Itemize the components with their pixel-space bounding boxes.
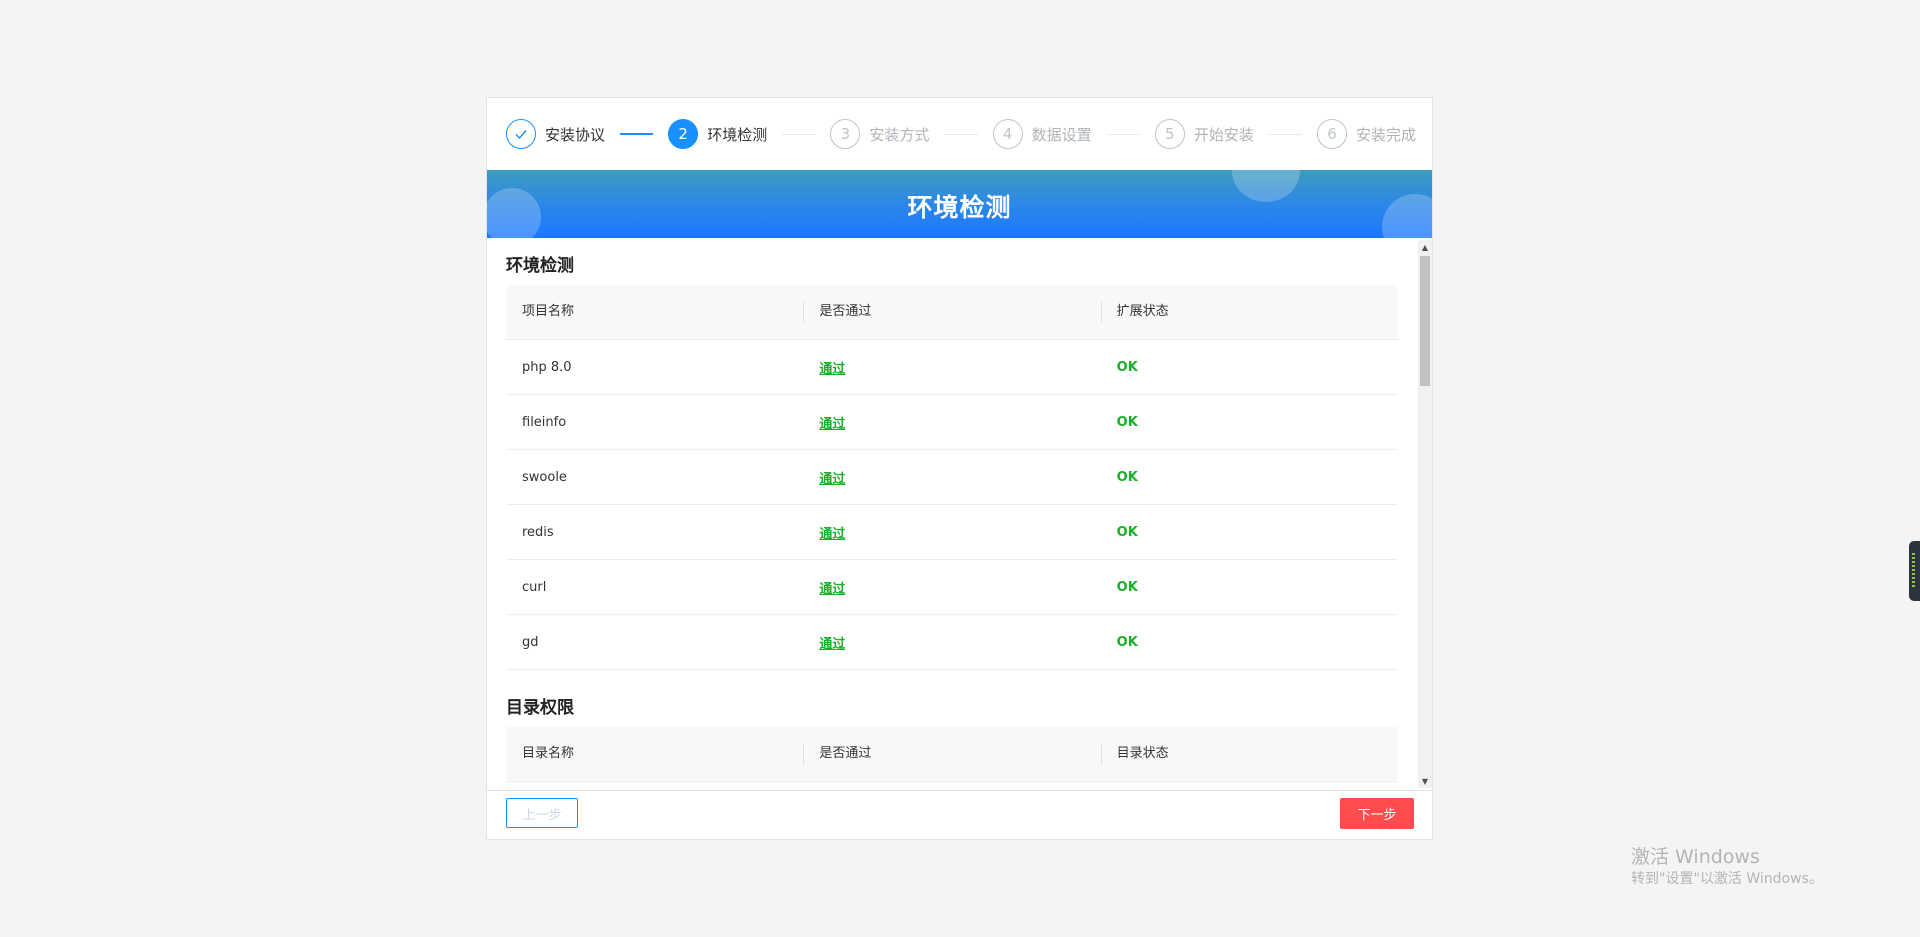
table-row: redis 通过 OK bbox=[506, 505, 1398, 560]
item-name: php 8.0 bbox=[522, 359, 572, 375]
footer-bar: 上一步 下一步 bbox=[487, 790, 1432, 840]
pass-link[interactable]: 通过 bbox=[819, 417, 845, 432]
step-label: 开始安装 bbox=[1193, 125, 1254, 144]
pass-link[interactable]: 通过 bbox=[819, 527, 845, 542]
step-agreement: 安装协议 bbox=[506, 119, 605, 149]
banner-title: 环境检测 bbox=[907, 193, 1012, 222]
scrollbar-thumb[interactable] bbox=[1420, 256, 1430, 386]
env-check-table: 项目名称 是否通过 扩展状态 php 8.0 通过 OK fileinfo 通过… bbox=[506, 285, 1398, 670]
table-header: 目录名称 是否通过 目录状态 bbox=[506, 727, 1398, 782]
item-name: swoole bbox=[522, 469, 567, 485]
step-connector bbox=[1268, 133, 1303, 135]
pass-link[interactable]: 通过 bbox=[819, 362, 845, 377]
table-row: php 8.0 通过 OK bbox=[506, 340, 1398, 395]
table-row: swoole 通过 OK bbox=[506, 450, 1398, 505]
step-install-complete: 6 安装完成 bbox=[1317, 119, 1416, 149]
column-header: 目录名称 bbox=[522, 746, 575, 761]
windows-activation-title: 激活 Windows bbox=[1631, 846, 1760, 868]
step-connector bbox=[1106, 133, 1140, 135]
step-label: 环境检测 bbox=[707, 125, 768, 144]
steps-bar: 安装协议 2 环境检测 3 安装方式 4 数据设置 5 开始安装 6 安装完成 bbox=[506, 118, 1416, 150]
status-ok: OK bbox=[1116, 634, 1138, 650]
install-wizard-panel: 安装协议 2 环境检测 3 安装方式 4 数据设置 5 开始安装 6 安装完成 bbox=[486, 97, 1433, 840]
scroll-up-icon[interactable]: ▲ bbox=[1418, 240, 1432, 254]
pass-link[interactable]: 通过 bbox=[819, 472, 845, 487]
table-header: 项目名称 是否通过 扩展状态 bbox=[506, 285, 1398, 340]
status-ok: OK bbox=[1116, 469, 1138, 485]
column-header: 扩展状态 bbox=[1100, 302, 1398, 322]
step-label: 安装方式 bbox=[869, 125, 930, 144]
column-header: 是否通过 bbox=[803, 744, 1100, 764]
status-ok: OK bbox=[1116, 579, 1138, 595]
column-header: 是否通过 bbox=[803, 302, 1100, 322]
status-ok: OK bbox=[1116, 359, 1138, 375]
item-name: curl bbox=[522, 579, 547, 595]
dir-section-title: 目录权限 bbox=[506, 698, 574, 718]
check-icon bbox=[506, 119, 536, 149]
env-section-title: 环境检测 bbox=[506, 256, 574, 276]
item-name: redis bbox=[522, 524, 554, 540]
item-name: fileinfo bbox=[522, 414, 567, 430]
step-label: 安装协议 bbox=[545, 125, 606, 144]
step-number: 5 bbox=[1154, 119, 1185, 149]
table-row: fileinfo 通过 OK bbox=[506, 395, 1398, 450]
step-connector bbox=[620, 133, 654, 135]
table-row: gd 通过 OK bbox=[506, 615, 1398, 670]
pass-link[interactable]: 通过 bbox=[819, 637, 845, 652]
prev-step-button[interactable]: 上一步 bbox=[506, 798, 578, 828]
vertical-scrollbar[interactable]: ▲ ▼ bbox=[1418, 240, 1432, 788]
scroll-down-icon[interactable]: ▼ bbox=[1418, 774, 1432, 788]
status-ok: OK bbox=[1116, 414, 1138, 430]
step-env-check: 2 环境检测 bbox=[668, 119, 767, 149]
side-widget-handle[interactable] bbox=[1909, 541, 1920, 601]
step-number: 6 bbox=[1317, 119, 1348, 149]
header-banner: 环境检测 bbox=[487, 170, 1432, 238]
step-connector bbox=[782, 133, 816, 135]
next-step-button[interactable]: 下一步 bbox=[1340, 798, 1414, 829]
step-label: 数据设置 bbox=[1031, 125, 1092, 144]
step-number: 2 bbox=[668, 119, 699, 149]
dir-permission-table: 目录名称 是否通过 目录状态 bbox=[506, 727, 1398, 782]
column-header: 目录状态 bbox=[1100, 744, 1398, 764]
status-ok: OK bbox=[1116, 524, 1138, 540]
item-name: gd bbox=[522, 634, 539, 650]
step-data-settings: 4 数据设置 bbox=[992, 119, 1092, 149]
windows-activation-subtitle: 转到"设置"以激活 Windows。 bbox=[1631, 871, 1823, 887]
step-number: 3 bbox=[830, 119, 861, 149]
table-row: curl 通过 OK bbox=[506, 560, 1398, 615]
step-start-install: 5 开始安装 bbox=[1154, 119, 1254, 149]
step-number: 4 bbox=[992, 119, 1023, 149]
step-install-method: 3 安装方式 bbox=[830, 119, 929, 149]
column-header: 项目名称 bbox=[522, 304, 575, 319]
step-label: 安装完成 bbox=[1356, 125, 1417, 144]
pass-link[interactable]: 通过 bbox=[819, 582, 845, 597]
step-connector bbox=[944, 133, 978, 135]
content-scroll-area[interactable]: 环境检测 项目名称 是否通过 扩展状态 php 8.0 通过 OK filein… bbox=[487, 238, 1432, 788]
